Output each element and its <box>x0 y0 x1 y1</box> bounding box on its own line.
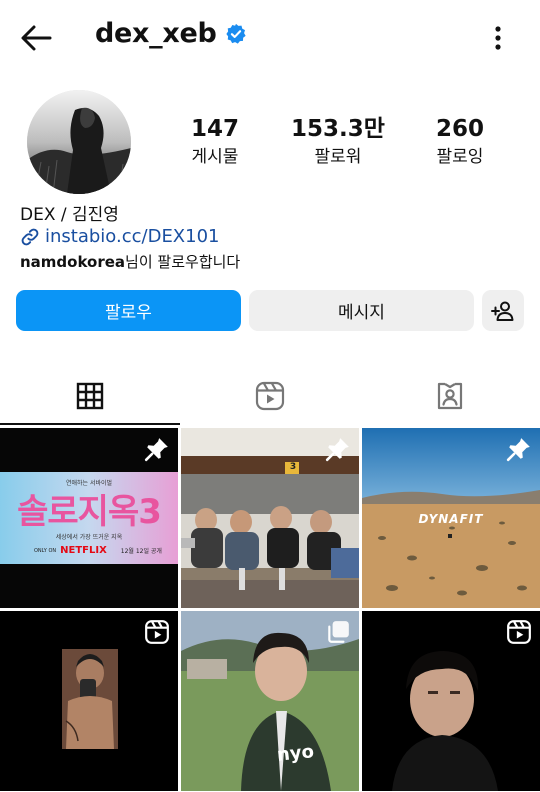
reels-icon <box>145 620 169 644</box>
tagged-person-icon <box>437 382 463 410</box>
back-arrow-icon[interactable] <box>18 22 54 54</box>
post-tile[interactable]: DYNAFIT <box>362 428 540 608</box>
grid-icon <box>76 382 104 410</box>
posts-count-label: 게시물 <box>191 147 239 167</box>
pin-icon <box>506 438 530 462</box>
number-sign: 3 <box>289 462 297 472</box>
followed-by[interactable]: namdokorea님이 팔로우합니다 <box>20 251 240 272</box>
verified-badge-icon <box>225 23 246 44</box>
followed-by-suffix: 님이 팔로우합니다 <box>125 253 241 271</box>
more-options-icon[interactable] <box>486 24 510 52</box>
link-icon <box>21 228 39 245</box>
avatar-photo <box>27 90 131 194</box>
only-on-text: ONLY ON <box>34 547 57 554</box>
followers-count[interactable]: 153.3만 팔로워 <box>283 114 393 170</box>
jacket-print-text: nyo <box>276 741 315 766</box>
post-tile[interactable]: 연애하는 서바이벌 솔로지옥3 세상에서 가장 뜨거운 지옥 ONLY ON N… <box>0 428 178 608</box>
tab-posts-grid[interactable] <box>0 366 180 426</box>
bio-link-text: instabio.cc/DEX101 <box>45 226 220 247</box>
username-text: dex_xeb <box>95 18 217 49</box>
posts-count-value: 147 <box>190 116 239 142</box>
post-tile[interactable]: nyo <box>181 611 359 791</box>
follow-button[interactable]: 팔로우 <box>16 290 241 331</box>
profile-username: dex_xeb <box>95 18 247 49</box>
post-tile[interactable] <box>362 611 540 791</box>
pin-icon <box>325 438 349 462</box>
top-bar: dex_xeb <box>0 0 540 76</box>
poster-subtitle: 세상에서 가장 뜨거운 지옥 <box>55 534 123 541</box>
post-tile[interactable]: 3 <box>181 428 359 608</box>
add-person-icon <box>491 301 514 321</box>
following-count-value: 260 <box>435 116 484 142</box>
followed-by-user: namdokorea <box>20 253 126 271</box>
tab-tagged[interactable] <box>360 366 540 426</box>
posts-count: 147 게시물 <box>160 114 270 170</box>
profile-full-name: DEX / 김진영 <box>20 205 119 225</box>
profile-avatar[interactable] <box>27 90 131 194</box>
brand-logo-text: DYNAFIT <box>418 512 484 526</box>
release-date: 12월 12일 공개 <box>120 548 162 555</box>
followers-count-label: 팔로워 <box>314 147 362 167</box>
reels-icon <box>255 381 285 411</box>
suggest-people-button[interactable] <box>482 290 524 331</box>
post-tile[interactable] <box>0 611 178 791</box>
following-count-label: 팔로잉 <box>436 147 484 167</box>
poster-footer: ONLY ON NETFLIX 12월 12일 공개 <box>34 545 162 556</box>
tab-reels[interactable] <box>180 366 360 426</box>
message-button[interactable]: 메시지 <box>249 290 474 331</box>
reels-icon <box>507 620 531 644</box>
pin-icon <box>144 438 168 462</box>
poster-title: 솔로지옥3 <box>17 492 162 532</box>
followers-count-value: 153.3만 <box>291 116 385 142</box>
following-count[interactable]: 260 팔로잉 <box>405 114 515 170</box>
bio-link[interactable]: instabio.cc/DEX101 <box>20 226 220 247</box>
netflix-logo: NETFLIX <box>60 545 107 556</box>
carousel-icon <box>328 621 349 643</box>
active-tab-indicator <box>0 423 180 425</box>
profile-tabs <box>0 366 540 426</box>
